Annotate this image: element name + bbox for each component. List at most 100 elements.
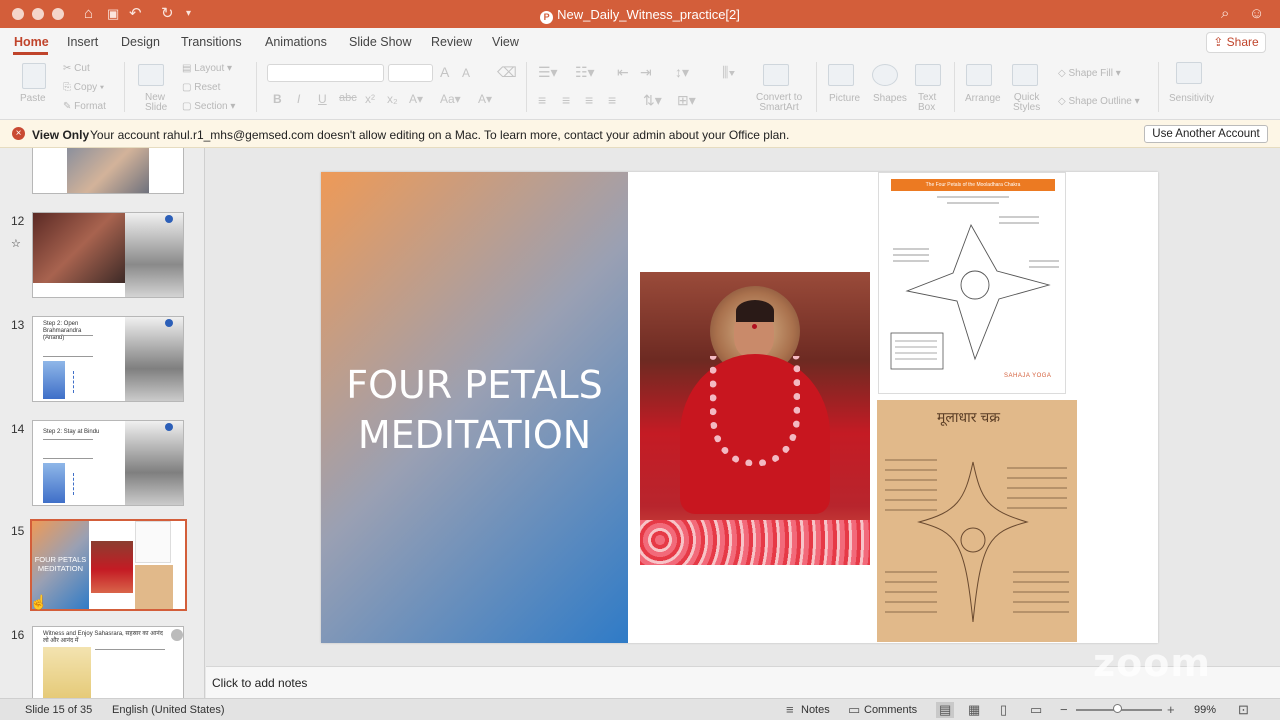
italic-icon[interactable]: I bbox=[297, 92, 300, 106]
mooladhara-scan[interactable]: मूलाधार चक्र bbox=[877, 400, 1077, 642]
subscript-icon[interactable]: x₂ bbox=[387, 92, 398, 106]
increase-font-size-icon[interactable]: A bbox=[440, 64, 449, 80]
tab-slide-show[interactable]: Slide Show bbox=[349, 35, 412, 49]
copy-label: Copy bbox=[73, 82, 98, 93]
align-text-icon[interactable]: ⊞▾ bbox=[677, 92, 696, 109]
cut-button[interactable]: ✂ Cut bbox=[63, 63, 90, 74]
slide-thumbnail-selected[interactable]: FOUR PETALS MEDITATION bbox=[30, 519, 187, 611]
bullets-icon[interactable]: ☰▾ bbox=[538, 64, 558, 81]
align-center-icon[interactable]: ≡ bbox=[562, 92, 570, 108]
change-case-icon[interactable]: Aa▾ bbox=[440, 92, 461, 106]
notes-placeholder[interactable]: Click to add notes bbox=[212, 676, 307, 690]
reset-button[interactable]: ▢ Reset bbox=[182, 82, 220, 93]
layout-button[interactable]: ▤ Layout ▾ bbox=[182, 63, 232, 74]
slide-number: 15 bbox=[11, 524, 25, 538]
tab-transitions[interactable]: Transitions bbox=[181, 35, 242, 49]
share-icon: ⇪ bbox=[1213, 35, 1227, 49]
zoom-slider-knob[interactable] bbox=[1113, 704, 1122, 713]
thumbnail-diagram bbox=[73, 473, 123, 495]
tab-view[interactable]: View bbox=[492, 35, 519, 49]
four-petals-diagram[interactable]: The Four Petals of the Mooladhara Chakra bbox=[878, 172, 1066, 394]
search-icon[interactable]: ⌕ bbox=[1221, 5, 1229, 23]
thumbnail-avatar bbox=[171, 629, 183, 641]
picture-label: Picture bbox=[829, 93, 861, 104]
cut-label: Cut bbox=[74, 63, 90, 74]
slide-thumbnails-pane[interactable]: 12 ☆ 13 Step 2: Open Brahmarandra (Anand… bbox=[0, 148, 205, 698]
section-button[interactable]: ▢ Section ▾ bbox=[182, 101, 235, 112]
use-another-account-button[interactable]: Use Another Account bbox=[1144, 125, 1268, 143]
zoom-in-icon[interactable]: + bbox=[1167, 702, 1175, 717]
slide-number: 14 bbox=[11, 422, 25, 436]
superscript-icon[interactable]: x² bbox=[365, 92, 375, 106]
tab-home[interactable]: Home bbox=[14, 35, 49, 49]
share-button[interactable]: ⇪ Share bbox=[1206, 32, 1266, 53]
slide-thumbnail[interactable]: Step 2: Open Brahmarandra (Anand) bbox=[32, 316, 184, 402]
underline-icon[interactable]: U bbox=[318, 92, 327, 106]
slide-thumbnail[interactable]: Witness and Enjoy Sahasrara, सहस्रार का … bbox=[32, 626, 184, 698]
tab-review[interactable]: Review bbox=[431, 35, 472, 49]
justify-icon[interactable]: ≡ bbox=[608, 92, 616, 108]
font-size-select[interactable] bbox=[388, 64, 433, 82]
increase-indent-icon[interactable]: ⇥ bbox=[640, 64, 652, 81]
error-icon: × bbox=[12, 127, 25, 140]
notes-button[interactable]: Notes bbox=[801, 704, 830, 716]
shape-fill-button[interactable]: ◇ Shape Fill ▾ bbox=[1058, 68, 1121, 79]
line-spacing-icon[interactable]: ↕▾ bbox=[675, 64, 689, 81]
layout-label: Layout bbox=[194, 63, 225, 74]
sensitivity-icon[interactable] bbox=[1176, 62, 1202, 84]
paste-icon[interactable] bbox=[22, 63, 46, 89]
format-painter-button[interactable]: ✎ Format bbox=[63, 101, 106, 112]
account-icon[interactable]: ☺ bbox=[1249, 5, 1264, 23]
language-indicator[interactable]: English (United States) bbox=[112, 704, 225, 716]
bold-icon[interactable]: B bbox=[273, 92, 282, 106]
shape-outline-button[interactable]: ◇ Shape Outline ▾ bbox=[1058, 96, 1140, 107]
tab-design[interactable]: Design bbox=[121, 35, 160, 49]
arrange-icon[interactable] bbox=[966, 64, 992, 86]
thumbnail-photo bbox=[125, 421, 183, 505]
normal-view-icon[interactable]: ▤ bbox=[936, 702, 955, 718]
powerpoint-icon: P bbox=[540, 11, 554, 24]
zoom-level[interactable]: 99% bbox=[1194, 704, 1216, 716]
copy-button[interactable]: ⎘ Copy ▾ bbox=[63, 82, 104, 93]
clear-formatting-icon[interactable]: ⌫ bbox=[497, 64, 517, 81]
font-color-icon[interactable]: A▾ bbox=[409, 92, 423, 106]
fit-to-window-icon[interactable]: ⊡ bbox=[1238, 702, 1249, 718]
slide-editing-area[interactable]: FOUR PETALS MEDITATION The Four Petals o… bbox=[206, 148, 1280, 666]
zoom-out-icon[interactable]: − bbox=[1060, 702, 1068, 717]
text-box-icon[interactable] bbox=[915, 64, 941, 86]
new-slide-icon[interactable] bbox=[138, 64, 164, 86]
tab-insert[interactable]: Insert bbox=[67, 35, 98, 49]
decrease-font-size-icon[interactable]: A bbox=[462, 66, 470, 80]
reading-view-icon[interactable]: ▯ bbox=[1000, 702, 1007, 718]
ribbon-separator bbox=[954, 62, 955, 112]
columns-icon[interactable]: ⫼▾ bbox=[722, 64, 735, 81]
slide-photo[interactable] bbox=[640, 272, 870, 565]
tab-animations[interactable]: Animations bbox=[265, 35, 327, 49]
decrease-indent-icon[interactable]: ⇤ bbox=[617, 64, 629, 81]
status-bar: Slide 15 of 35 English (United States) ≡… bbox=[0, 698, 1280, 720]
align-left-icon[interactable]: ≡ bbox=[538, 92, 546, 108]
text-direction-icon[interactable]: ⇅▾ bbox=[643, 92, 662, 109]
notes-icon[interactable]: ≡ bbox=[786, 702, 794, 717]
comments-button[interactable]: Comments bbox=[864, 704, 917, 716]
strikethrough-icon[interactable]: abc bbox=[339, 92, 357, 104]
slide-title[interactable]: FOUR PETALS MEDITATION bbox=[321, 360, 628, 460]
font-family-select[interactable] bbox=[267, 64, 384, 82]
current-slide[interactable]: FOUR PETALS MEDITATION The Four Petals o… bbox=[321, 172, 1158, 643]
picture-icon[interactable] bbox=[828, 64, 854, 86]
slideshow-icon[interactable]: ▭ bbox=[1030, 702, 1042, 718]
slide-thumbnail[interactable] bbox=[32, 212, 184, 298]
slide-thumbnail[interactable] bbox=[32, 148, 184, 194]
numbering-icon[interactable]: ☷▾ bbox=[575, 64, 595, 81]
slide-sorter-icon[interactable]: ▦ bbox=[968, 702, 980, 718]
thumbnail-image bbox=[43, 361, 65, 399]
shapes-icon[interactable] bbox=[872, 64, 898, 86]
share-label: Share bbox=[1226, 35, 1259, 49]
comments-icon[interactable]: ▭ bbox=[848, 702, 860, 718]
ribbon-tabs: Home Insert Design Transitions Animation… bbox=[0, 28, 1280, 56]
smartart-icon[interactable] bbox=[763, 64, 789, 86]
align-right-icon[interactable]: ≡ bbox=[585, 92, 593, 108]
quick-styles-icon[interactable] bbox=[1012, 64, 1038, 86]
slide-thumbnail[interactable]: Step 2: Stay at Bindu bbox=[32, 420, 184, 506]
highlight-icon[interactable]: A▾ bbox=[478, 92, 492, 106]
